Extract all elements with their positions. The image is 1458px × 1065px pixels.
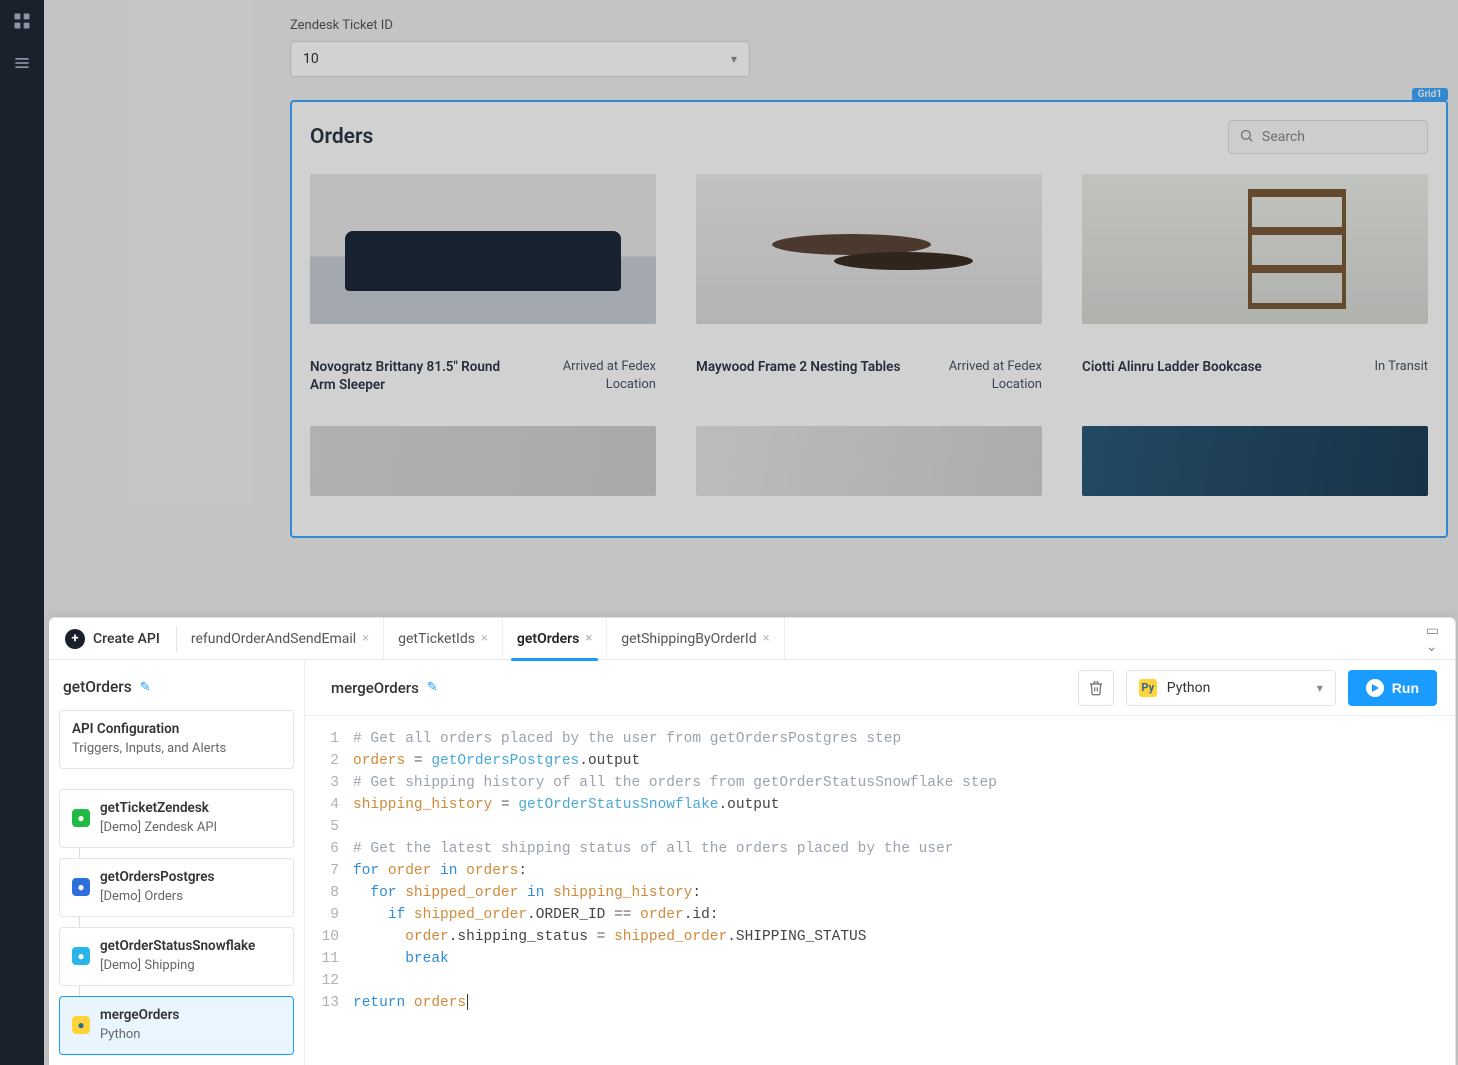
left-icon-rail bbox=[0, 0, 44, 1065]
editor-step-title: mergeOrders bbox=[331, 679, 419, 697]
line-number: 8 bbox=[305, 882, 353, 904]
step-subtitle: Python bbox=[100, 1027, 281, 1042]
run-button[interactable]: Run bbox=[1348, 670, 1437, 706]
code-line: 10 order.shipping_status = shipped_order… bbox=[305, 926, 1455, 948]
edit-icon[interactable]: ✎ bbox=[427, 680, 438, 695]
step-icon: ● bbox=[72, 878, 90, 896]
line-number: 5 bbox=[305, 816, 353, 838]
chevron-down-icon: ▾ bbox=[1317, 681, 1323, 695]
close-icon[interactable]: × bbox=[362, 631, 369, 646]
step-subtitle: [Demo] Orders bbox=[100, 889, 281, 904]
tab-label: getTicketIds bbox=[398, 631, 475, 647]
line-number: 3 bbox=[305, 772, 353, 794]
code-line: 13return orders bbox=[305, 992, 1455, 1014]
code-line: 7for order in orders: bbox=[305, 860, 1455, 882]
step-subtitle: [Demo] Zendesk API bbox=[100, 820, 281, 835]
api-config-title: API Configuration bbox=[72, 721, 281, 737]
editor-area: mergeOrders ✎ Py Python ▾ bbox=[305, 660, 1455, 1065]
pipeline-step[interactable]: ● getOrderStatusSnowflake [Demo] Shippin… bbox=[59, 927, 294, 986]
code-text: shipping_history = getOrderStatusSnowfla… bbox=[353, 794, 779, 816]
line-number: 10 bbox=[305, 926, 353, 948]
create-api-button[interactable]: + Create API bbox=[59, 626, 177, 652]
widgets-icon[interactable] bbox=[11, 10, 33, 32]
code-text: break bbox=[353, 948, 449, 970]
code-editor[interactable]: 1# Get all orders placed by the user fro… bbox=[305, 716, 1455, 1065]
line-number: 12 bbox=[305, 970, 353, 992]
api-tab[interactable]: getOrders × bbox=[503, 618, 607, 660]
line-number: 6 bbox=[305, 838, 353, 860]
line-number: 2 bbox=[305, 750, 353, 772]
code-text: if shipped_order.ORDER_ID == order.id: bbox=[353, 904, 719, 926]
api-config-sub: Triggers, Inputs, and Alerts bbox=[72, 741, 281, 756]
step-title: mergeOrders bbox=[100, 1007, 281, 1023]
api-name: getOrders bbox=[63, 678, 132, 696]
code-text: for order in orders: bbox=[353, 860, 527, 882]
line-number: 1 bbox=[305, 728, 353, 750]
step-subtitle: [Demo] Shipping bbox=[100, 958, 281, 973]
plus-icon: + bbox=[65, 629, 85, 649]
create-api-label: Create API bbox=[93, 631, 160, 647]
delete-step-button[interactable] bbox=[1078, 670, 1114, 706]
step-title: getOrderStatusSnowflake bbox=[100, 938, 281, 954]
pipeline-connector bbox=[79, 986, 294, 996]
code-text: # Get all orders placed by the user from… bbox=[353, 728, 901, 750]
code-line: 1# Get all orders placed by the user fro… bbox=[305, 728, 1455, 750]
code-line: 6# Get the latest shipping status of all… bbox=[305, 838, 1455, 860]
play-icon bbox=[1366, 679, 1384, 697]
run-label: Run bbox=[1392, 680, 1419, 696]
line-number: 9 bbox=[305, 904, 353, 926]
tab-label: getShippingByOrderId bbox=[621, 631, 756, 647]
close-icon[interactable]: × bbox=[763, 631, 770, 646]
pipeline-connector bbox=[79, 848, 294, 858]
line-number: 7 bbox=[305, 860, 353, 882]
code-line: 5 bbox=[305, 816, 1455, 838]
api-config-card[interactable]: API Configuration Triggers, Inputs, and … bbox=[59, 710, 294, 769]
code-line: 4shipping_history = getOrderStatusSnowfl… bbox=[305, 794, 1455, 816]
lines-icon[interactable] bbox=[11, 52, 33, 74]
close-icon[interactable]: × bbox=[481, 631, 488, 646]
panel-collapse-icon[interactable]: ▭⌄ bbox=[1420, 623, 1445, 655]
pipeline-step[interactable]: ● getTicketZendesk [Demo] Zendesk API bbox=[59, 789, 294, 848]
api-tab[interactable]: refundOrderAndSendEmail × bbox=[177, 618, 384, 660]
step-icon: ● bbox=[72, 947, 90, 965]
line-number: 11 bbox=[305, 948, 353, 970]
code-text: return orders bbox=[353, 992, 468, 1014]
python-icon: Py bbox=[1139, 679, 1157, 697]
line-number: 4 bbox=[305, 794, 353, 816]
code-text: # Get the latest shipping status of all … bbox=[353, 838, 953, 860]
edit-icon[interactable]: ✎ bbox=[140, 680, 151, 695]
api-tab[interactable]: getTicketIds × bbox=[384, 618, 503, 660]
api-tabs-row: + Create API refundOrderAndSendEmail×get… bbox=[49, 618, 1455, 660]
tab-label: getOrders bbox=[517, 631, 579, 647]
code-line: 8 for shipped_order in shipping_history: bbox=[305, 882, 1455, 904]
step-icon: ● bbox=[72, 1016, 90, 1034]
language-label: Python bbox=[1167, 680, 1211, 696]
api-builder-panel: + Create API refundOrderAndSendEmail×get… bbox=[49, 617, 1456, 1065]
close-icon[interactable]: × bbox=[585, 631, 592, 646]
api-sidebar: getOrders ✎ API Configuration Triggers, … bbox=[49, 660, 305, 1065]
step-title: getTicketZendesk bbox=[100, 800, 281, 816]
code-line: 11 break bbox=[305, 948, 1455, 970]
code-text: # Get shipping history of all the orders… bbox=[353, 772, 997, 794]
code-line: 12 bbox=[305, 970, 1455, 992]
code-line: 2orders = getOrdersPostgres.output bbox=[305, 750, 1455, 772]
code-text: orders = getOrdersPostgres.output bbox=[353, 750, 640, 772]
step-title: getOrdersPostgres bbox=[100, 869, 281, 885]
code-text: order.shipping_status = shipped_order.SH… bbox=[353, 926, 866, 948]
step-icon: ● bbox=[72, 809, 90, 827]
code-line: 3# Get shipping history of all the order… bbox=[305, 772, 1455, 794]
line-number: 13 bbox=[305, 992, 353, 1014]
code-line: 9 if shipped_order.ORDER_ID == order.id: bbox=[305, 904, 1455, 926]
api-tab[interactable]: getShippingByOrderId × bbox=[607, 618, 784, 660]
language-select[interactable]: Py Python ▾ bbox=[1126, 670, 1336, 706]
pipeline-step[interactable]: ● getOrdersPostgres [Demo] Orders bbox=[59, 858, 294, 917]
pipeline-step[interactable]: ● mergeOrders Python bbox=[59, 996, 294, 1055]
pipeline-connector bbox=[79, 917, 294, 927]
code-text: for shipped_order in shipping_history: bbox=[353, 882, 701, 904]
tab-label: refundOrderAndSendEmail bbox=[191, 631, 356, 647]
